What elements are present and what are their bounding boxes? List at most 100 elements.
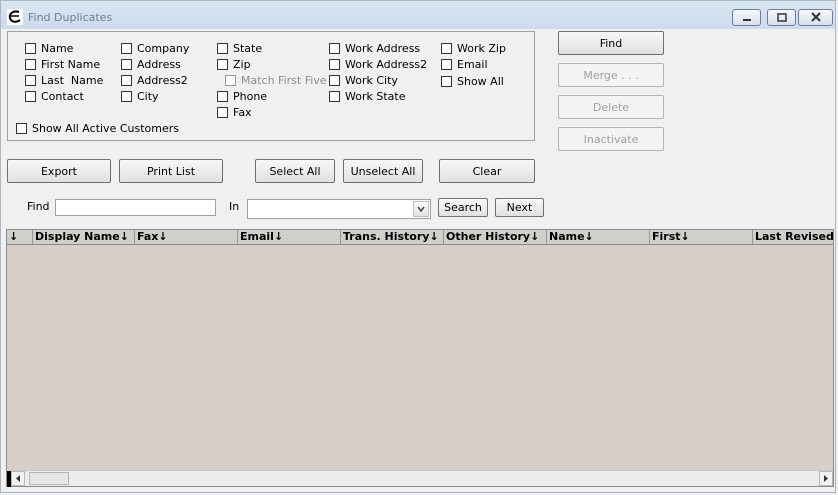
minimize-button[interactable] [732,9,761,26]
arrow-left-icon [16,475,20,482]
scroll-left-button[interactable] [11,471,25,486]
checkbox-box[interactable] [25,58,36,70]
checkbox-label: Contact [41,89,84,103]
checkbox-box[interactable] [25,74,36,86]
scroll-thumb[interactable] [29,472,69,485]
scroll-right-button[interactable] [819,471,833,486]
checkbox-label: First Name [41,57,101,71]
checkbox-work-zip[interactable]: Work Zip [441,41,506,55]
column-header-other-history[interactable]: Other History↓ [444,230,547,244]
column-header-first[interactable]: First↓ [650,230,753,244]
checkbox-box[interactable] [217,58,228,70]
chevron-down-icon [417,206,425,213]
checkbox-label: Work City [345,73,398,87]
checkbox-address[interactable]: Address [121,57,181,71]
checkbox-city[interactable]: City [121,89,159,103]
clear-button[interactable]: Clear [439,159,535,183]
checkbox-email[interactable]: Email [441,57,488,71]
column-header-display-name[interactable]: Display Name↓ [33,230,135,244]
column-header-sort[interactable]: ↓ [7,230,33,244]
checkbox-box[interactable] [121,74,132,86]
restore-icon [776,13,787,22]
checkbox-label: Work State [345,89,406,103]
print-list-button[interactable]: Print List [119,159,223,183]
checkbox-box[interactable] [329,42,340,54]
checkbox-name[interactable]: Name [25,41,73,55]
inactivate-button[interactable]: Inactivate [558,127,664,151]
column-header-last-revised[interactable]: Last Revised↓ [753,230,833,244]
checkbox-label: Phone [233,89,268,103]
checkbox-label: Last Name [41,73,104,87]
checkbox-show-all[interactable]: Show All [441,74,504,88]
checkbox-match-first-five[interactable]: Match First Five [225,73,327,87]
checkbox-company[interactable]: Company [121,41,189,55]
checkbox-box[interactable] [217,42,228,54]
checkbox-work-state[interactable]: Work State [329,89,405,103]
checkbox-show-all-active-customers[interactable]: Show All Active Customers [16,121,179,135]
column-header-email[interactable]: Email↓ [238,230,341,244]
checkbox-work-address[interactable]: Work Address [329,41,420,55]
checkbox-box[interactable] [329,58,340,70]
minimize-icon [742,19,751,21]
checkbox-box[interactable] [121,58,132,70]
checkbox-box[interactable] [441,75,452,87]
checkbox-contact[interactable]: Contact [25,89,84,103]
checkbox-label: Work Address2 [345,57,428,71]
dropdown-button[interactable] [413,201,429,217]
window-title: Find Duplicates [28,11,113,24]
select-all-button[interactable]: Select All [255,159,335,183]
checkbox-address2[interactable]: Address2 [121,73,188,87]
checkbox-work-city[interactable]: Work City [329,73,398,87]
column-header-fax[interactable]: Fax↓ [135,230,238,244]
maximize-button[interactable] [767,9,796,26]
column-header-trans-history[interactable]: Trans. History↓ [341,230,444,244]
checkbox-last-name[interactable]: Last Name [25,73,103,87]
in-select[interactable] [247,199,431,219]
checkbox-box[interactable] [329,74,340,86]
checkbox-box[interactable] [329,90,340,102]
in-label: In [229,200,240,213]
client-area: Name First Name Last Name Contact Compan… [1,29,835,492]
checkbox-first-name[interactable]: First Name [25,57,100,71]
checkbox-zip[interactable]: Zip [217,57,251,71]
close-icon [810,12,821,22]
checkbox-label: Company [137,41,190,55]
unselect-all-button[interactable]: Unselect All [343,159,423,183]
checkbox-box[interactable] [441,58,452,70]
find-label: Find [27,200,50,213]
app-logo-icon [7,9,23,25]
export-button[interactable]: Export [7,159,111,183]
checkbox-phone[interactable]: Phone [217,89,267,103]
checkbox-label: Name [41,41,74,55]
checkbox-label: Address2 [137,73,188,87]
close-button[interactable] [798,9,833,26]
checkbox-box[interactable] [121,42,132,54]
checkbox-box[interactable] [25,42,36,54]
checkbox-label: Work Zip [457,41,506,55]
checkbox-box[interactable] [217,90,228,102]
find-input[interactable] [55,199,216,216]
checkbox-box[interactable] [225,74,236,86]
checkbox-label: State [233,41,263,55]
checkbox-box[interactable] [217,106,228,118]
merge-button[interactable]: Merge . . . [558,63,664,87]
column-header-name[interactable]: Name↓ [547,230,650,244]
checkbox-label: Work Address [345,41,421,55]
search-button[interactable]: Search [438,198,488,217]
horizontal-scrollbar[interactable] [7,470,833,487]
checkbox-state[interactable]: State [217,41,262,55]
checkbox-work-address2[interactable]: Work Address2 [329,57,427,71]
checkbox-label: Show All [457,74,504,88]
checkbox-label: Zip [233,57,251,71]
results-grid[interactable]: ↓ Display Name↓ Fax↓ Email↓ Trans. Histo… [6,229,834,487]
checkbox-box[interactable] [441,42,452,54]
checkbox-box[interactable] [121,90,132,102]
checkbox-fax[interactable]: Fax [217,105,252,119]
checkbox-label: City [137,89,159,103]
checkbox-box[interactable] [25,90,36,102]
next-button[interactable]: Next [495,198,544,217]
checkbox-box[interactable] [16,122,27,134]
delete-button[interactable]: Delete [558,95,664,119]
find-button[interactable]: Find [558,31,664,55]
checkbox-label: Email [457,57,488,71]
